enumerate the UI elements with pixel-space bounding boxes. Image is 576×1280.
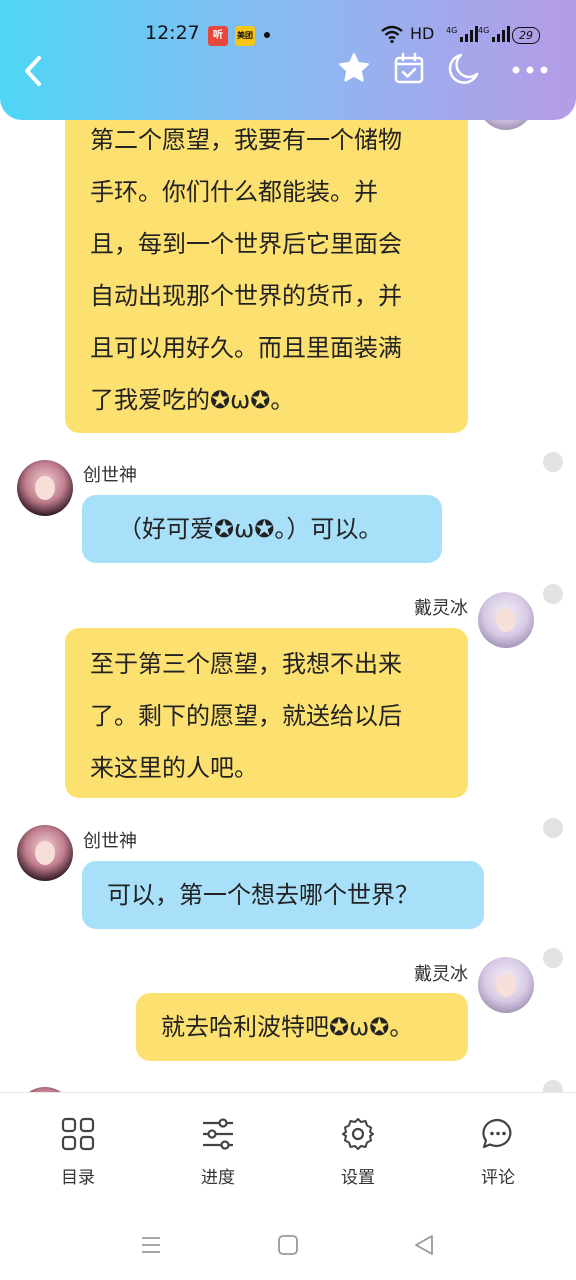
- grid-icon: [61, 1117, 95, 1151]
- status-dot: [543, 584, 563, 604]
- message-bubble: 至于第三个愿望，我想不出来 了。剩下的愿望，就送给以后 来这里的人吧。: [65, 628, 468, 798]
- nav-label: 进度: [201, 1168, 235, 1188]
- status-time: 12:27: [145, 22, 200, 44]
- chat-area[interactable]: 第二个愿望，我要有一个储物 手环。你们什么都能装。并 且，每到一个世界后它里面会…: [0, 0, 576, 1092]
- message-text: （好可爱✪ω✪。）可以。: [118, 515, 383, 543]
- avatar[interactable]: [17, 825, 73, 881]
- battery-indicator: 29: [512, 27, 540, 44]
- sender-name: 戴灵冰: [414, 598, 468, 619]
- avatar[interactable]: [478, 592, 534, 648]
- status-dot: [543, 1080, 563, 1092]
- comment-icon: [482, 1118, 512, 1149]
- message-text: 可以，第一个想去哪个世界？: [107, 881, 419, 909]
- message-text: 且，每到一个世界后它里面会: [90, 230, 402, 258]
- avatar-face: [35, 476, 55, 500]
- message-text: 第二个愿望，我要有一个储物: [90, 126, 402, 154]
- calendar-check-icon[interactable]: [393, 52, 425, 86]
- nav-label: 设置: [341, 1168, 375, 1188]
- message-text: 了。剩下的愿望，就送给以后: [90, 702, 402, 730]
- home-icon[interactable]: [277, 1234, 299, 1256]
- star-icon[interactable]: [338, 52, 370, 84]
- app-notification-icon: 听: [208, 26, 228, 46]
- status-dot: [543, 452, 563, 472]
- hd-label: HD: [410, 24, 435, 43]
- status-bar: 12:27 听 美团 HD 4G 4G 29: [0, 0, 576, 70]
- network-type-label: 4G: [446, 26, 457, 35]
- sliders-icon: [203, 1118, 233, 1150]
- message-bubble: （好可爱✪ω✪。）可以。: [82, 495, 442, 563]
- message-text: 手环。你们什么都能装。并: [90, 178, 378, 206]
- sender-name: 戴灵冰: [414, 964, 468, 985]
- gear-icon: [342, 1118, 374, 1150]
- nav-progress[interactable]: 进度: [146, 1093, 290, 1221]
- back-icon[interactable]: [18, 52, 48, 90]
- avatar[interactable]: [478, 957, 534, 1013]
- message-text: 至于第三个愿望，我想不出来: [90, 650, 402, 678]
- avatar-face: [496, 608, 516, 632]
- reader-bottom-nav: 目录 进度 设置 评论: [0, 1092, 576, 1221]
- nav-comments[interactable]: 评论: [426, 1093, 570, 1221]
- top-bar: 12:27 听 美团 HD 4G 4G 29: [0, 0, 576, 120]
- menu-icon[interactable]: [140, 1234, 162, 1256]
- message-text: 来这里的人吧。: [90, 754, 258, 782]
- nav-settings[interactable]: 设置: [286, 1093, 430, 1221]
- sender-name: 创世神: [83, 831, 137, 852]
- message-text: 了我爱吃的✪ω✪。: [90, 386, 295, 414]
- back-triangle-icon[interactable]: [413, 1234, 435, 1256]
- status-dot: [543, 818, 563, 838]
- sender-name: 创世神: [83, 465, 137, 486]
- nav-label: 评论: [481, 1168, 515, 1188]
- nav-label: 目录: [61, 1168, 95, 1188]
- avatar-face: [35, 841, 55, 865]
- message-text: 自动出现那个世界的货币，并: [90, 282, 402, 310]
- message-text: 且可以用好久。而且里面装满: [90, 334, 402, 362]
- notification-dot-icon: [264, 32, 270, 38]
- signal-icon: 4G: [446, 26, 478, 42]
- avatar-face: [496, 973, 516, 997]
- message-bubble: 可以，第一个想去哪个世界？: [82, 861, 484, 929]
- more-icon[interactable]: [510, 52, 550, 86]
- app-notification-icon: 美团: [235, 26, 255, 46]
- wifi-icon: [381, 25, 403, 43]
- message-text: 就去哈利波特吧✪ω✪。: [161, 1013, 414, 1041]
- nav-catalog[interactable]: 目录: [6, 1093, 150, 1221]
- network-type-label: 4G: [478, 26, 489, 35]
- avatar[interactable]: [17, 460, 73, 516]
- status-dot: [543, 948, 563, 968]
- signal-icon: 4G: [478, 26, 510, 42]
- moon-icon[interactable]: [448, 52, 480, 86]
- message-bubble: 第二个愿望，我要有一个储物 手环。你们什么都能装。并 且，每到一个世界后它里面会…: [65, 90, 468, 433]
- system-navigation-bar: [0, 1220, 576, 1280]
- message-bubble: 就去哈利波特吧✪ω✪。: [136, 993, 468, 1061]
